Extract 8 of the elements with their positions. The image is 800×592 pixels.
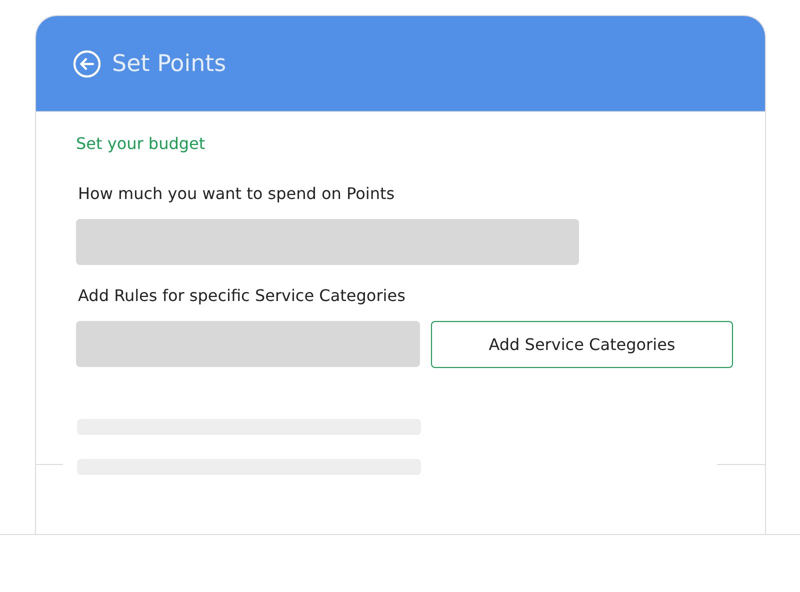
- input-field[interactable]: [76, 321, 420, 367]
- back-icon[interactable]: [73, 50, 101, 78]
- add-categories-button[interactable]: Add Service Categories: [431, 321, 733, 368]
- field-label: Add Rules for specific Service Categories: [78, 286, 406, 305]
- input-field[interactable]: [76, 219, 579, 265]
- section-title: Set your budget: [76, 134, 206, 153]
- page-title: Set Points: [112, 50, 226, 76]
- field-label: How much you want to spend on Points: [78, 184, 396, 203]
